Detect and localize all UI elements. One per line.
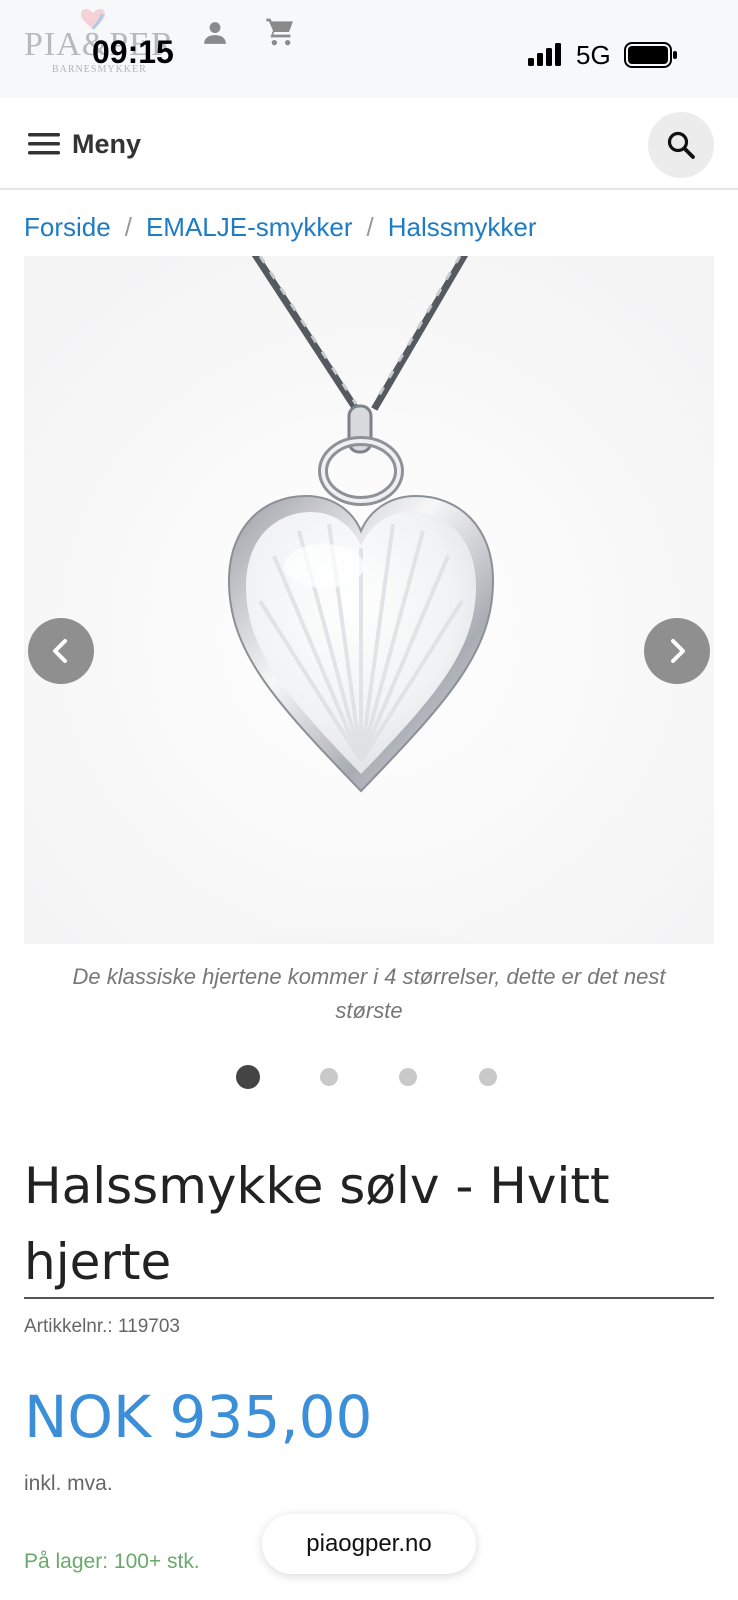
gallery-dot-2[interactable]: [320, 1068, 338, 1086]
chevron-right-icon: [671, 639, 685, 663]
next-image-button[interactable]: [644, 618, 710, 684]
gallery-dot-4[interactable]: [479, 1068, 497, 1086]
sku-line: Artikkelnr.: 119703: [24, 1316, 180, 1338]
previous-image-button[interactable]: [28, 618, 94, 684]
sku-value: 119703: [117, 1316, 180, 1337]
gallery-dot-3[interactable]: [399, 1068, 417, 1086]
gallery-pagination: [236, 1064, 502, 1090]
product-price: NOK 935,00: [24, 1383, 373, 1451]
status-time: 09:15: [92, 34, 174, 70]
menu-button[interactable]: Meny: [28, 126, 141, 162]
gallery-dot-1[interactable]: [236, 1065, 260, 1089]
image-caption: De klassiske hjertene kommer i 4 størrel…: [72, 964, 666, 1023]
sku-label: Artikkelnr.:: [24, 1316, 113, 1337]
hamburger-icon: [28, 133, 60, 155]
product-image-gallery[interactable]: [24, 256, 714, 944]
chevron-left-icon: [53, 639, 67, 663]
signal-icon: [528, 43, 561, 66]
title-divider: [24, 1297, 714, 1299]
vat-note: inkl. mva.: [24, 1472, 113, 1495]
breadcrumb-separator: /: [366, 211, 374, 242]
product-image: [24, 256, 714, 944]
battery-icon: [624, 42, 677, 68]
stock-status: På lager: 100+ stk.: [24, 1550, 200, 1573]
network-type: 5G: [576, 40, 611, 70]
product-title: Halssmykke sølv - Hvitt hjerte: [24, 1157, 610, 1291]
breadcrumb-enamel-jewelry[interactable]: EMALJE-smykker: [146, 212, 353, 243]
search-button[interactable]: [648, 112, 714, 178]
user-icon[interactable]: [202, 20, 228, 46]
menu-label: Meny: [72, 128, 142, 159]
breadcrumb-home[interactable]: Forside: [24, 212, 111, 243]
breadcrumb-separator: /: [124, 211, 132, 242]
browser-url-bar[interactable]: piaogper.no: [262, 1514, 476, 1574]
search-icon: [667, 131, 695, 159]
site-header: Meny: [0, 98, 738, 190]
cart-icon[interactable]: [265, 16, 297, 48]
breadcrumb: Forside / EMALJE-smykker / Halssmykker: [24, 210, 537, 244]
breadcrumb-necklaces[interactable]: Halssmykker: [388, 212, 537, 243]
status-bar: PIA&PER BARNESMYKKER 09:15 5G: [0, 0, 738, 98]
